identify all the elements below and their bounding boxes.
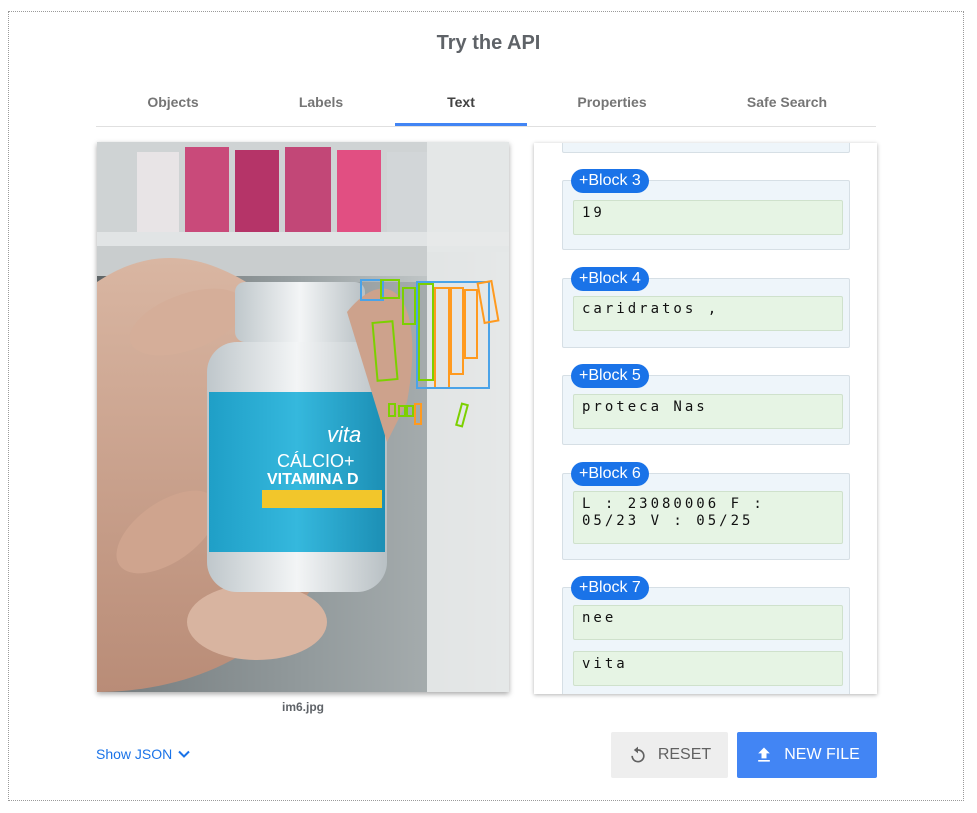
text-block: +Block 3 19: [562, 169, 850, 250]
new-file-button[interactable]: NEW FILE: [737, 732, 877, 778]
svg-text:VITAMINA D: VITAMINA D: [267, 471, 359, 488]
text-block: +Block 7 nee vita: [562, 576, 850, 694]
svg-text:vita: vita: [327, 422, 361, 447]
tab-safe-search[interactable]: Safe Search: [732, 86, 842, 126]
text-line: 19: [573, 200, 843, 235]
block-label[interactable]: +Block 7: [571, 576, 649, 600]
text-block: +Block 4 caridratos ,: [562, 267, 850, 348]
tab-labels[interactable]: Labels: [271, 86, 371, 126]
reset-label: RESET: [657, 746, 712, 763]
text-block-partial: [562, 143, 850, 153]
reset-button[interactable]: RESET: [611, 732, 728, 778]
text-line: nee: [573, 605, 843, 640]
upload-icon: [758, 747, 771, 762]
text-line: proteca Nas: [573, 394, 843, 429]
text-block: +Block 6 L : 23080006 F : 05/23 V : 05/2…: [562, 462, 850, 560]
tab-text[interactable]: Text: [395, 86, 527, 126]
page-title: Try the API: [436, 32, 541, 54]
text-line: L : 23080006 F : 05/23 V : 05/25: [573, 491, 843, 544]
reset-icon: [631, 746, 645, 763]
tab-properties[interactable]: Properties: [562, 86, 662, 126]
show-json-label: Show JSON: [96, 746, 173, 762]
text-line: vita: [573, 651, 843, 686]
text-line: caridratos ,: [573, 296, 843, 331]
show-json-toggle[interactable]: Show JSON: [96, 746, 192, 762]
photo-illustration: vita CÁLCIO+ VITAMINA D: [97, 142, 509, 692]
text-block: +Block 5 proteca Nas: [562, 364, 850, 445]
block-label[interactable]: +Block 4: [571, 267, 649, 291]
chevron-down-icon: [178, 750, 190, 758]
svg-text:CÁLCIO+: CÁLCIO+: [277, 451, 355, 471]
active-tab-indicator: [395, 123, 527, 126]
block-label[interactable]: +Block 5: [571, 364, 649, 388]
text-results-panel[interactable]: +Block 3 19 +Block 4 caridratos , +Block…: [534, 143, 877, 694]
analyzed-image: vita CÁLCIO+ VITAMINA D: [97, 142, 509, 692]
block-label[interactable]: +Block 6: [571, 462, 649, 486]
image-filename: im6.jpg: [281, 700, 324, 714]
results-scroll-area[interactable]: +Block 3 19 +Block 4 caridratos , +Block…: [534, 143, 877, 694]
block-label[interactable]: +Block 3: [571, 169, 649, 193]
new-file-label: NEW FILE: [784, 746, 860, 763]
tab-objects[interactable]: Objects: [123, 86, 223, 126]
tab-bar: Objects Labels Text Properties Safe Sear…: [96, 86, 876, 127]
